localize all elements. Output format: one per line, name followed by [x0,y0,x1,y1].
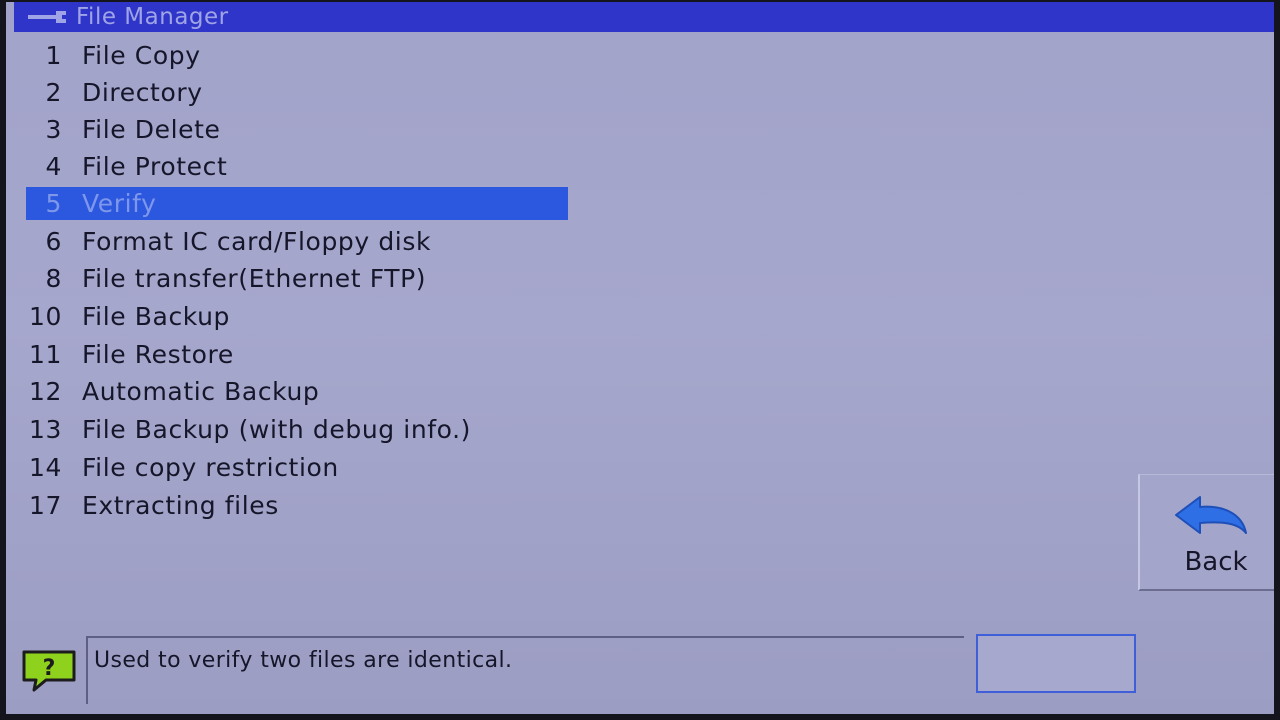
menu-item-label: File Delete [82,115,221,144]
menu-item-label: File Restore [82,340,234,369]
menu-item-number: 8 [45,264,62,293]
menu-item-label: File Backup (with debug info.) [82,415,472,444]
menu-item-verify[interactable]: 5 Verify [26,187,568,220]
title-bar: File Manager [14,2,1274,32]
menu-item-number: 13 [28,415,62,444]
menu-item-label: File Backup [82,302,231,331]
menu-item-file-copy-restriction[interactable]: 14 File copy restriction [26,451,568,484]
menu-item-number: 3 [45,115,62,144]
help-message-text: Used to verify two files are identical. [94,648,513,673]
menu-item-number: 1 [45,41,62,70]
menu-item-file-protect[interactable]: 4 File Protect [26,150,568,183]
menu-item-number: 5 [45,189,62,218]
back-arrow-icon [1170,493,1254,543]
menu-item-number: 11 [28,340,62,369]
menu-item-format-ic-card[interactable]: 6 Format IC card/Floppy disk [26,225,568,258]
back-button[interactable]: Back [1138,474,1274,591]
menu-item-number: 14 [28,453,62,482]
back-button-label: Back [1184,547,1248,577]
status-box [976,634,1136,693]
svg-text:?: ? [43,656,56,681]
menu-item-label: Directory [82,78,203,107]
wrench-icon [26,5,70,29]
pendant-screen: File Manager 1 File Copy 2 Directory 3 F… [6,2,1274,714]
menu-item-file-backup-debug[interactable]: 13 File Backup (with debug info.) [26,413,568,446]
menu-item-label: Extracting files [82,491,279,520]
window-title: File Manager [76,4,229,30]
menu-item-file-transfer[interactable]: 8 File transfer(Ethernet FTP) [26,262,568,295]
menu-item-number: 17 [28,491,62,520]
menu-item-number: 10 [28,302,62,331]
menu-item-number: 12 [28,377,62,406]
menu-item-label: File transfer(Ethernet FTP) [82,264,427,293]
menu-item-file-copy[interactable]: 1 File Copy [26,39,568,72]
menu-item-extracting-files[interactable]: 17 Extracting files [26,489,568,522]
menu-item-number: 6 [45,227,62,256]
menu-item-file-delete[interactable]: 3 File Delete [26,113,568,146]
menu-item-label: File Protect [82,152,228,181]
menu-item-label: Automatic Backup [82,377,320,406]
menu-item-file-backup[interactable]: 10 File Backup [26,300,568,333]
menu-item-directory[interactable]: 2 Directory [26,76,568,109]
menu-item-label: Format IC card/Floppy disk [82,227,432,256]
menu-item-label: File copy restriction [82,453,339,482]
menu-item-automatic-backup[interactable]: 12 Automatic Backup [26,375,568,408]
menu-item-number: 2 [45,78,62,107]
help-question-icon[interactable]: ? [20,648,78,694]
menu-item-file-restore[interactable]: 11 File Restore [26,338,568,371]
menu-item-label: File Copy [82,41,201,70]
menu-item-label: Verify [82,189,157,218]
help-message-box: Used to verify two files are identical. [86,636,964,704]
menu-item-number: 4 [45,152,62,181]
